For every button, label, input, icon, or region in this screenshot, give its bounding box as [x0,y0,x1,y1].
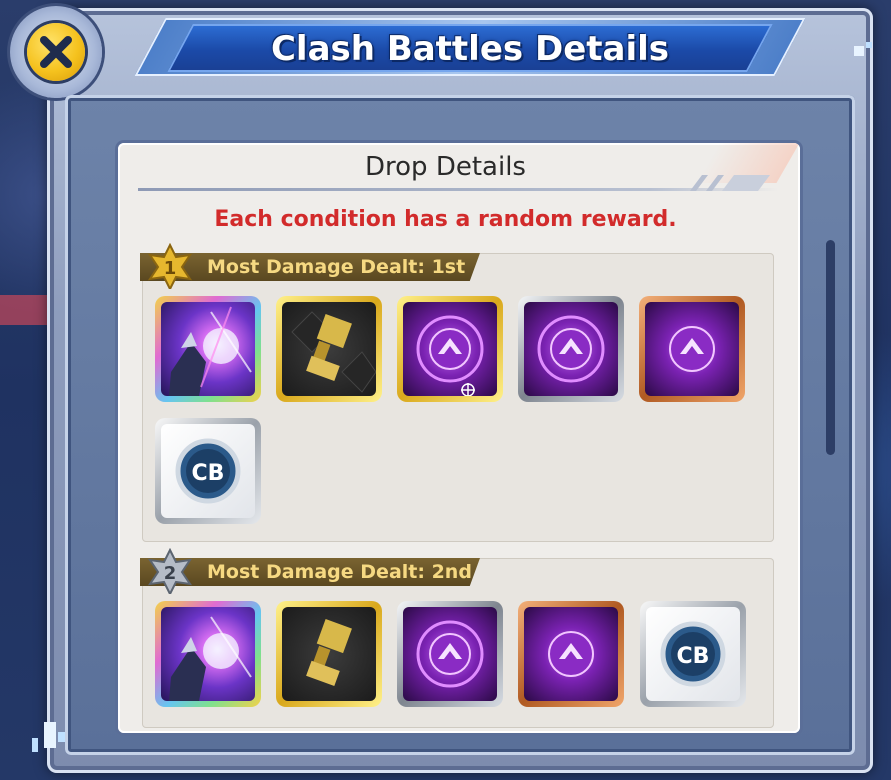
chip-reward[interactable] [276,296,382,402]
scrollbar-thumb[interactable] [826,240,835,455]
plug-chip-icon [282,302,376,396]
purple-emblem-icon [403,302,497,396]
cb-medal-icon: CB [646,607,740,701]
svg-text:CB: CB [192,461,225,486]
purple-emblem-reward[interactable] [518,296,624,402]
digimon-reward[interactable] [155,296,261,402]
purple-emblem-reward[interactable] [397,601,503,707]
cb-medal-reward[interactable]: CB [155,418,261,524]
digimon-portrait-icon [161,302,255,396]
digimon-portrait-icon [161,607,255,701]
drop-note: Each condition has a random reward. [214,207,677,232]
plug-chip-icon [282,607,376,701]
close-icon [40,36,72,68]
purple-emblem-reward[interactable] [518,601,624,707]
purple-emblem-icon [645,302,739,396]
gold-rank-icon: 1 [147,243,193,289]
sparkle-icon [854,42,872,56]
svg-text:CB: CB [677,644,710,669]
svg-text:2: 2 [164,563,177,584]
digimon-reward[interactable] [155,601,261,707]
purple-emblem-icon [403,607,497,701]
dialog-title: Clash Battles Details [270,29,669,69]
group-label: Most Damage Dealt: 2nd [207,561,472,583]
group-label: Most Damage Dealt: 1st [207,256,466,278]
purple-emblem-icon [524,607,618,701]
chip-reward[interactable] [276,601,382,707]
svg-text:1: 1 [164,258,177,279]
purple-emblem-icon [524,302,618,396]
divider-slants [690,175,770,191]
cb-medal-icon: CB [161,424,255,518]
purple-emblem-reward[interactable] [639,296,745,402]
close-button[interactable] [10,6,102,98]
purple-emblem-reward[interactable] [397,296,503,402]
silver-rank-icon: 2 [147,548,193,594]
cb-medal-reward[interactable]: CB [640,601,746,707]
